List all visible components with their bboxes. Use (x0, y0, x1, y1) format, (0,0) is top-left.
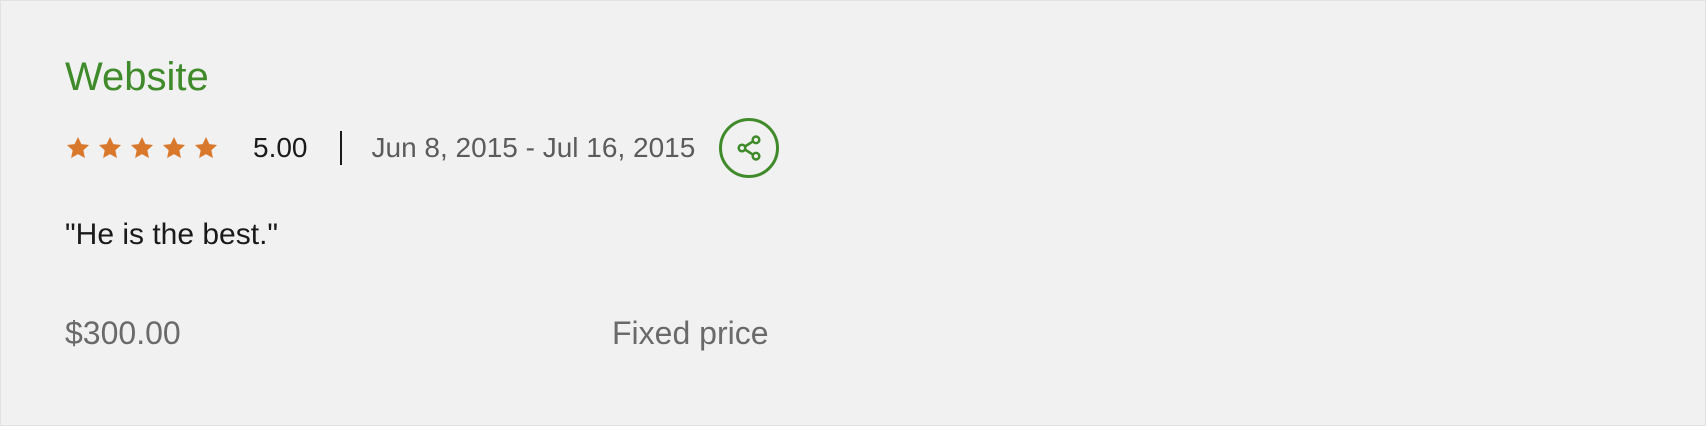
star-rating (65, 135, 219, 161)
price-amount: $300.00 (65, 315, 181, 351)
star-icon (66, 136, 90, 158)
star-icon (194, 136, 218, 158)
divider (339, 131, 342, 165)
star-icon (98, 136, 122, 158)
project-title-link[interactable]: Website (65, 49, 209, 105)
review-card: Website 5.00 Jun 8, 2015 - Jul 16, 2015 … (0, 0, 1706, 426)
star-icon (130, 136, 154, 158)
review-quote: "He is the best." (65, 218, 279, 251)
price-type: Fixed price (612, 315, 769, 351)
star-icon (162, 136, 186, 158)
rating-value: 5.00 (253, 132, 308, 163)
share-button[interactable] (719, 118, 780, 178)
review-meta: 5.00 Jun 8, 2015 - Jul 16, 2015 (65, 115, 780, 181)
share-icon (737, 135, 761, 161)
date-range: Jun 8, 2015 - Jul 16, 2015 (371, 132, 696, 163)
